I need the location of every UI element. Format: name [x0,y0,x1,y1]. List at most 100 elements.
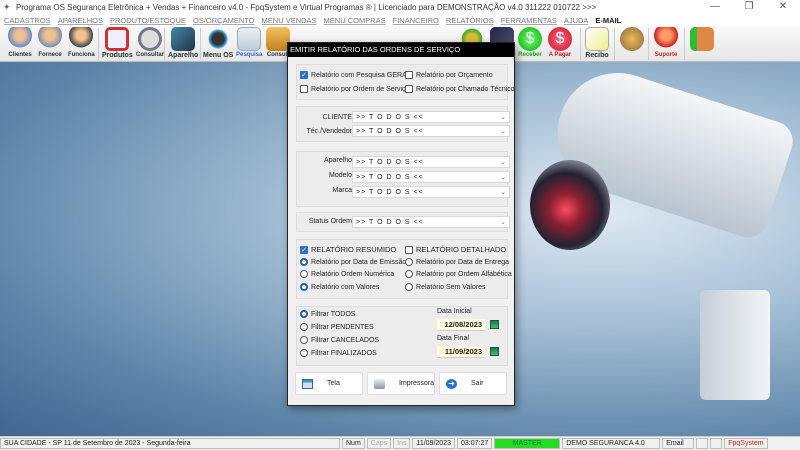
aparelho-select[interactable]: >> T O D O S << ⌄ [352,156,510,168]
com-valores-radio[interactable]: Relatório com Valores [300,283,379,291]
support-icon [654,27,678,51]
arrow-right-icon: ➜ [446,378,457,389]
menu-os-button[interactable]: Menu OS [203,27,233,61]
fornece-button[interactable]: Fornece [38,27,62,61]
dollar-green-icon: $ [518,27,542,51]
sair-button[interactable]: ➜ Sair [439,372,507,395]
sem-valores-radio[interactable]: Relatório Sem Valores [405,283,486,291]
calculator-icon[interactable] [710,438,723,449]
dialog-title: EMITIR RELATÓRIO DAS ORDENS DE SERVIÇO [288,43,514,57]
geral-checkbox[interactable]: ✓ Relatório com Pesquisa GERAL [300,71,411,79]
menu-ajuda[interactable]: AJUDA [564,16,589,25]
chamado-tecnico-checkbox[interactable]: Relatório por Chamado Técnico [405,85,515,93]
status-time: 03:07:27 [456,438,493,449]
ins-indicator: Ins [393,438,411,449]
device-icon [171,27,196,51]
brand-label: FpqSystem [724,438,768,449]
menu-bar: CADASTROS APARELHOS PRODUTO/ESTOQUE OS/O… [0,14,800,26]
menu-vendas[interactable]: MENU VENDAS [262,16,317,25]
report-format-group: ✓ RELATÓRIO RESUMIDO RELATÓRIO DETALHADO … [296,239,512,299]
menu-financeiro[interactable]: FINANCEIRO [393,16,439,25]
chevron-down-icon: ⌄ [500,128,506,135]
status-user: MASTER [494,438,561,449]
search-doc-icon [237,27,262,51]
funciona-button[interactable]: Funciona [68,27,95,61]
status-date-group: Filtrar TODOS Filtrar PENDENTES Filtrar … [296,306,508,366]
receber-button[interactable]: $ Receber [518,27,542,61]
modelo-select[interactable]: >> T O D O S << ⌄ [352,171,510,183]
caps-indicator: Caps [366,438,392,449]
printer-icon [374,378,385,389]
pesquisa-button[interactable]: Pesquisa [236,27,262,61]
minimize-button[interactable]: — [698,0,732,14]
filtrar-pendentes-radio[interactable]: Filtrar PENDENTES [300,323,374,331]
supplier-icon [38,27,62,51]
cliente-select[interactable]: >> T O D O S << ⌄ [352,111,510,123]
suporte-button[interactable]: Suporte [654,27,678,61]
aparelho-button[interactable]: Aparelho [168,27,198,61]
status-company: DEMO SEGURANCA 4.0 [562,438,661,449]
house-camera-icon [105,27,130,51]
ordem-numerica-radio[interactable]: Relatório Ordem Numérica [300,270,394,278]
status-bar: SUA CIDADE - SP 11 de Setembro de 2023 -… [0,436,800,450]
coin-icon [620,27,644,51]
menu-produto-estoque[interactable]: PRODUTO/ESTOQUE [110,16,186,25]
data-inicial-input[interactable]: 12/08/2023 [437,319,485,331]
receipt-icon [585,27,609,51]
menu-compras[interactable]: MENU COMPRAS [324,16,386,25]
data-inicial-label: Data Inicial [437,308,472,315]
filtrar-cancelados-radio[interactable]: Filtrar CANCELADOS [300,336,379,344]
impressora-button[interactable]: Impressora [367,372,435,395]
filtrar-finalizados-radio[interactable]: Filtrar FINALIZADOS [300,349,377,357]
menu-os-orcamento[interactable]: OS/ORÇAMENTO [193,16,255,25]
menu-cadastros[interactable]: CADASTROS [4,16,51,25]
calendar-icon[interactable] [490,320,499,329]
marca-select[interactable]: >> T O D O S << ⌄ [352,186,510,198]
exit-button[interactable] [690,27,714,61]
coin-button[interactable] [620,27,644,61]
close-button[interactable]: ✕ [766,0,800,14]
consultar-button[interactable]: Consultar [136,27,164,61]
data-final-input[interactable]: 11/09/2023 [437,346,485,358]
data-emissao-radio[interactable]: Relatório por Data de Emissão [300,258,406,266]
menu-aparelhos[interactable]: APARELHOS [58,16,103,25]
calendar-icon[interactable] [490,347,499,356]
status-filter-group: Status Ordem >> T O D O S << ⌄ [296,212,510,232]
clientes-button[interactable]: Clientes [8,27,32,61]
chevron-down-icon: ⌄ [500,219,506,226]
window-title: Programa OS Segurança Eletrônica + Venda… [16,2,597,12]
clients-icon [8,27,32,51]
print-icon[interactable] [696,438,709,449]
menu-relatorios[interactable]: RELATÓRIOS [446,16,494,25]
email-status-button[interactable]: Email [662,438,695,449]
chevron-down-icon: ⌄ [500,189,506,196]
menu-ferramentas[interactable]: FERRAMENTAS [501,16,557,25]
screen-icon [302,378,313,389]
resumido-checkbox[interactable]: ✓ RELATÓRIO RESUMIDO [300,245,396,254]
vendedor-select[interactable]: >> T O D O S << ⌄ [352,125,510,137]
chevron-down-icon: ⌄ [500,174,506,181]
maximize-button[interactable]: ❐ [732,0,766,14]
client-filter-group: CLIENTE >> T O D O S << ⌄ Téc./Vendedor >… [296,106,510,142]
camera-lens-image [530,160,610,250]
app-icon: ✦ [3,2,11,12]
status-ordem-select[interactable]: >> T O D O S << ⌄ [352,216,510,228]
recibo-button[interactable]: Recibo [585,27,609,61]
data-final-label: Data Final [437,335,469,342]
menu-email[interactable]: E-MAIL [595,16,621,25]
a-pagar-button[interactable]: $ A Pagar [548,27,572,61]
num-indicator: Num [342,438,365,449]
chevron-down-icon: ⌄ [500,159,506,166]
ordem-alfabetica-radio[interactable]: Relatório por Ordem Alfabética [405,270,512,278]
filtrar-todos-radio[interactable]: Filtrar TODOS [300,310,355,318]
report-type-group: ✓ Relatório com Pesquisa GERAL Relatório … [296,64,515,100]
produtos-button[interactable]: Produtos [102,27,133,61]
data-entrega-radio[interactable]: Relatório por Data de Entrega [405,258,509,266]
orcamento-checkbox[interactable]: Relatório por Orçamento [405,71,493,79]
chevron-down-icon: ⌄ [500,114,506,121]
ordem-servico-checkbox[interactable]: Relatório por Ordem de Serviço [300,85,409,93]
technician-icon [206,27,231,51]
detalhado-checkbox[interactable]: RELATÓRIO DETALHADO [405,245,506,254]
employee-icon [69,27,94,51]
tela-button[interactable]: Tela [295,372,363,395]
